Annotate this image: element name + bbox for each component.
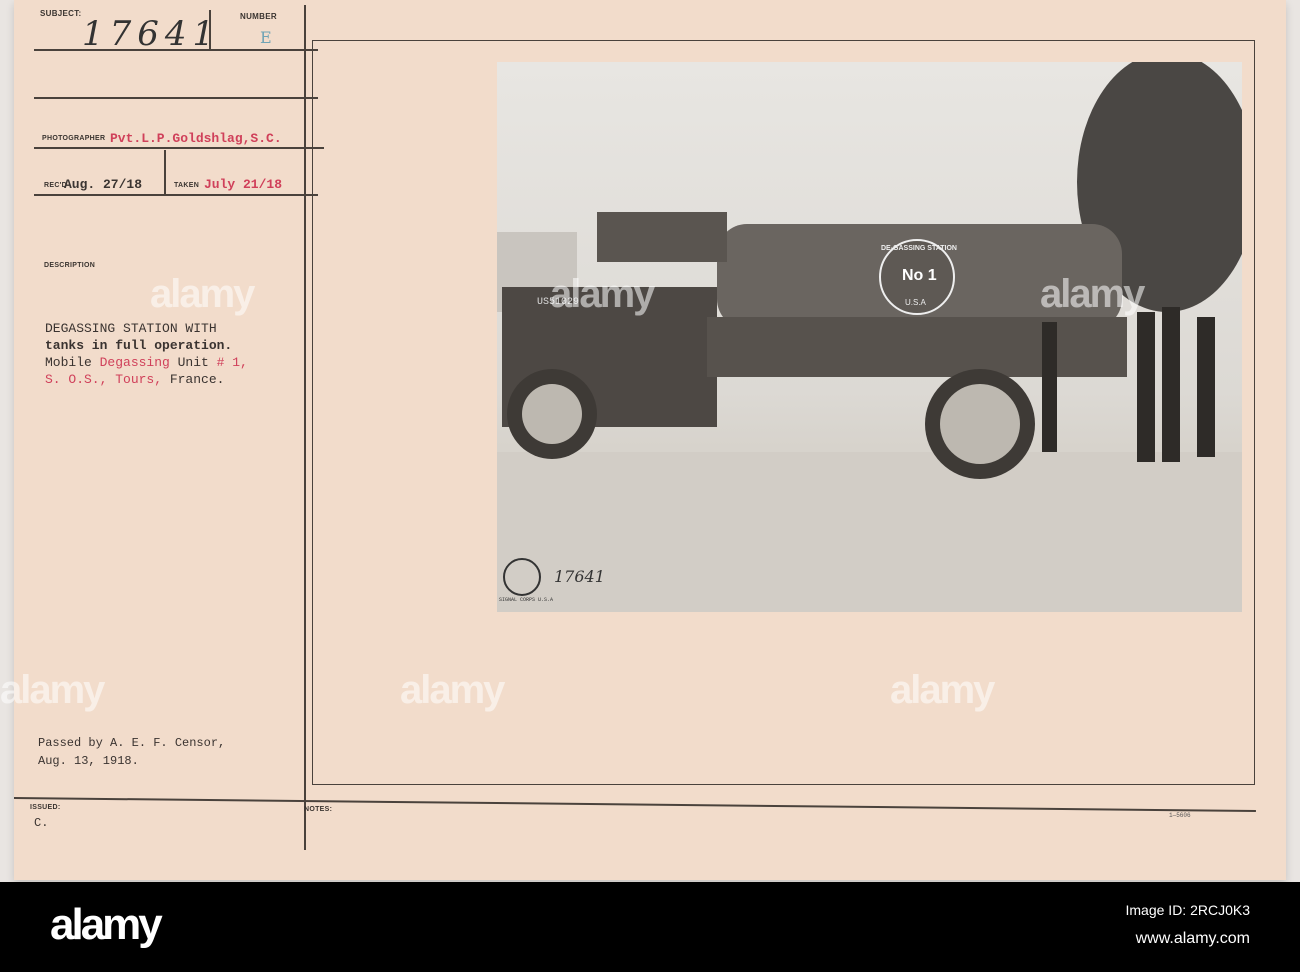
issued-value: C. — [34, 816, 49, 830]
divider — [13, 797, 1256, 812]
text: # 1, — [216, 355, 248, 370]
rear-wheel-hub — [940, 384, 1020, 464]
image-id: Image ID: 2RCJ0K3 — [1125, 902, 1251, 918]
description-line: tanks in full operation. — [45, 338, 233, 353]
censor-note: Passed by A. E. F. Censor, Aug. 13, 1918… — [38, 734, 225, 770]
cab-roof — [597, 212, 727, 262]
watermark: alamy — [1040, 272, 1145, 316]
photograph: US51029 DE-GASSING STATION No 1 U.S.A SI… — [497, 62, 1242, 612]
number-label: NUMBER — [240, 12, 277, 21]
subject-label: SUBJECT: — [40, 9, 82, 18]
issued-label: ISSUED: — [30, 804, 61, 811]
text: Unit — [169, 355, 217, 370]
divider — [34, 147, 324, 149]
divider — [34, 194, 318, 196]
description-text: DEGASSING STATION WITH tanks in full ope… — [45, 320, 248, 388]
tank-usa: U.S.A — [905, 298, 926, 307]
negative-number: 17641 — [554, 567, 605, 586]
watermark: alamy — [550, 272, 655, 316]
notes-label: NOTES: — [304, 806, 333, 813]
text: Degassing — [99, 355, 170, 370]
divider — [304, 5, 306, 850]
alamy-url[interactable]: www.alamy.com — [1136, 930, 1250, 948]
front-wheel-hub — [522, 384, 582, 444]
watermark: alamy — [890, 668, 995, 712]
censor-line: Aug. 13, 1918. — [38, 754, 139, 768]
tank-text-top: DE-GASSING STATION — [881, 245, 957, 252]
tank-number: No 1 — [902, 267, 937, 284]
description-line: DEGASSING STATION WITH — [45, 321, 217, 336]
ground — [497, 452, 1242, 612]
chassis — [707, 317, 1127, 377]
truck-photo-illustration — [497, 62, 1242, 612]
divider — [164, 150, 166, 194]
recd-value: Aug. 27/18 — [64, 177, 143, 192]
watermark: alamy — [400, 668, 505, 712]
text: Mobile — [45, 355, 100, 370]
taken-value: July 21/18 — [204, 177, 283, 192]
divider — [34, 97, 318, 99]
subject-value: 17641 — [82, 14, 221, 54]
photographer-value: Pvt.L.P.Goldshlag,S.C. — [110, 131, 282, 146]
footer-bar: alamy Image ID: 2RCJ0K3 www.alamy.com — [0, 882, 1300, 972]
watermark: alamy — [0, 668, 105, 712]
watermark: alamy — [150, 272, 255, 316]
photographer-label: PHOTOGRAPHER — [42, 135, 106, 142]
stamp-text: SIGNAL CORPS U.S.A — [499, 597, 554, 603]
text: S. O.S., Tours, — [45, 372, 163, 387]
censor-line: Passed by A. E. F. Censor, — [38, 736, 226, 750]
taken-label: TAKEN — [174, 182, 200, 189]
description-label: DESCRIPTION — [44, 262, 96, 269]
description-line: Mobile Degassing Unit # 1, — [45, 354, 248, 371]
number-value: E — [260, 28, 272, 47]
alamy-logo: alamy — [50, 900, 163, 949]
form-number: 1—5606 — [1169, 812, 1191, 819]
description-line: S. O.S., Tours, France. — [45, 371, 248, 388]
text: France. — [162, 372, 225, 387]
